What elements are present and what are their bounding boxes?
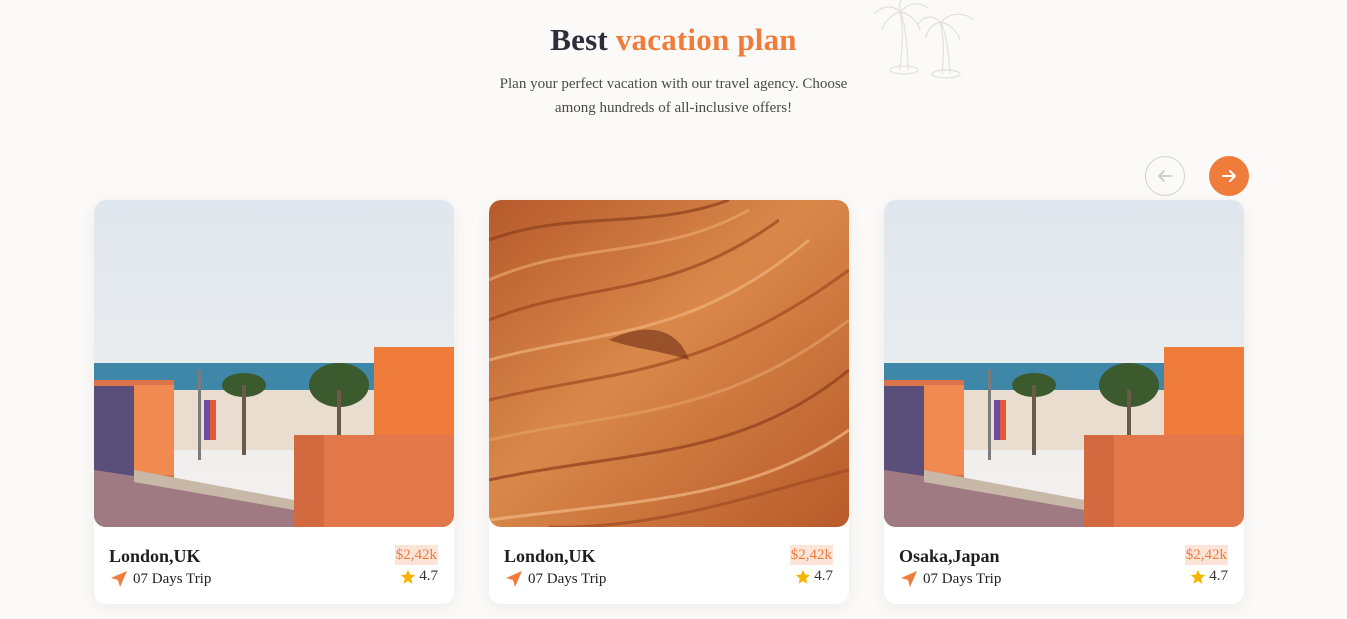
card-rating: 4.7 — [1190, 568, 1228, 585]
star-icon — [401, 569, 416, 584]
card-destination-name: Osaka,Japan — [899, 546, 1000, 566]
title-accent: vacation plan — [615, 22, 797, 57]
carousel-next-button[interactable] — [1209, 156, 1249, 196]
beach-promenade-photo — [94, 200, 454, 527]
card-trip-info: 07 Days Trip — [899, 569, 1001, 589]
arrow-right-icon — [1222, 170, 1236, 182]
section-title: Best vacation plan — [0, 22, 1347, 58]
card-rating: 4.7 — [400, 568, 438, 585]
card-rating: 4.7 — [795, 568, 833, 585]
card-price: $2,42k — [394, 545, 438, 565]
navigation-arrow-icon — [111, 571, 127, 587]
card-trip-duration: 07 Days Trip — [133, 570, 212, 587]
card-rating-value: 4.7 — [419, 568, 438, 584]
card-destination-name: London,UK — [109, 546, 201, 566]
star-icon — [1191, 569, 1206, 584]
destination-card[interactable]: London,UK 07 Days Trip $2,42k 4.7 — [489, 200, 849, 604]
navigation-arrow-icon — [901, 571, 917, 587]
destination-card[interactable]: London,UK 07 Days Trip $2,42k 4.7 — [94, 200, 454, 604]
section-subtitle: Plan your perfect vacation with our trav… — [499, 76, 848, 116]
card-rating-value: 4.7 — [814, 568, 833, 584]
card-price: $2,42k — [1184, 545, 1228, 565]
card-price: $2,42k — [789, 545, 833, 565]
carousel-prev-button[interactable] — [1145, 156, 1185, 196]
sandstone-canyon-photo — [489, 200, 849, 527]
card-destination-name: London,UK — [504, 546, 596, 566]
title-plain: Best — [550, 22, 608, 57]
star-icon — [796, 569, 811, 584]
card-trip-duration: 07 Days Trip — [923, 570, 1002, 587]
arrow-left-icon — [1158, 170, 1172, 182]
beach-promenade-photo — [884, 200, 1244, 527]
navigation-arrow-icon — [506, 571, 522, 587]
card-trip-info: 07 Days Trip — [504, 569, 606, 589]
card-trip-duration: 07 Days Trip — [528, 570, 607, 587]
card-trip-info: 07 Days Trip — [109, 569, 211, 589]
section-header: Best vacation plan Plan your perfect vac… — [0, 22, 1347, 120]
destination-card[interactable]: Osaka,Japan 07 Days Trip $2,42k 4.7 — [884, 200, 1244, 604]
card-rating-value: 4.7 — [1209, 568, 1228, 584]
